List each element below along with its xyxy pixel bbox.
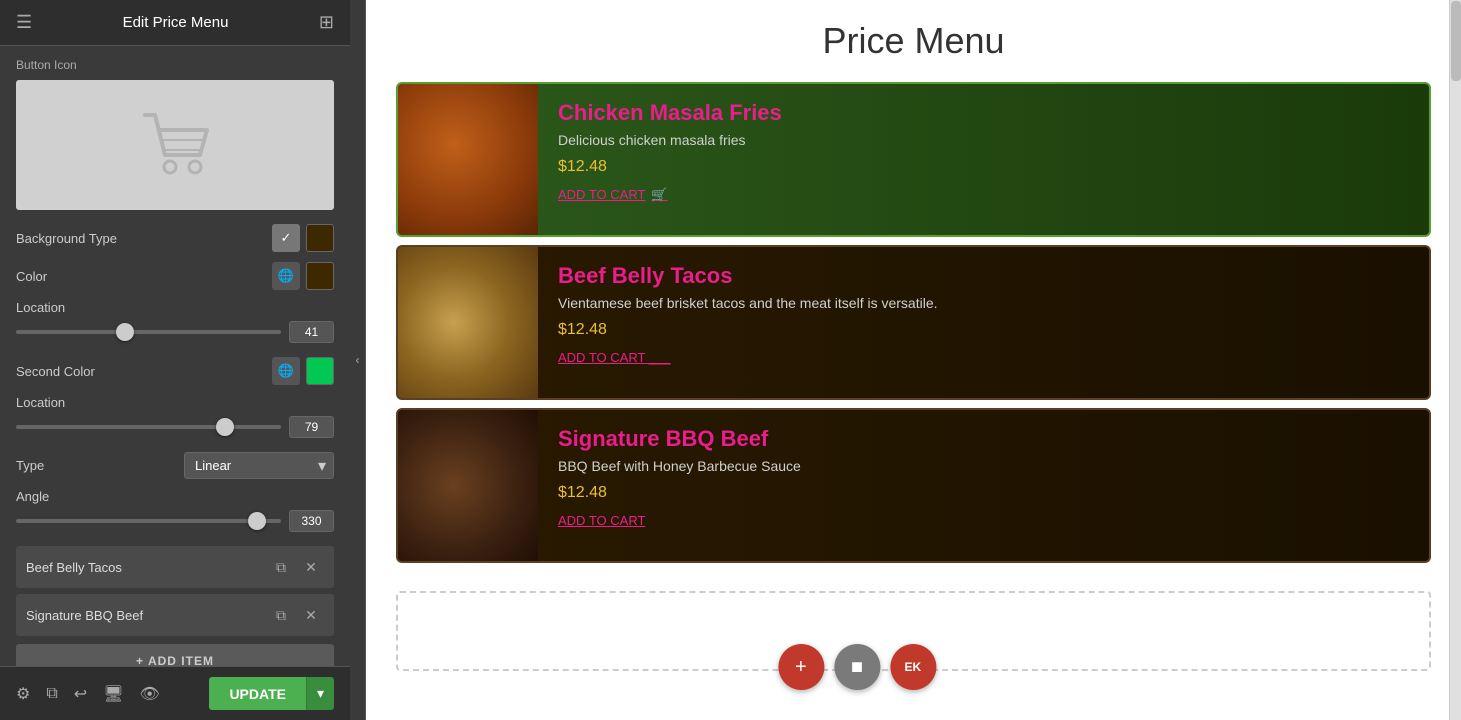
copy-item-btn[interactable]: ⧉ xyxy=(268,554,294,580)
chicken-desc: Delicious chicken masala fries xyxy=(558,132,1409,148)
location-slider-thumb[interactable] xyxy=(116,323,134,341)
bbq-add-to-cart[interactable]: ADD TO CART xyxy=(558,513,645,528)
menu-card-tacos: Beef Belly Tacos Vientamese beef brisket… xyxy=(396,245,1431,400)
responsive-icon[interactable]: 🖥 xyxy=(103,684,123,704)
second-color-controls: 🌐 xyxy=(272,357,334,385)
cart-icon xyxy=(135,105,215,185)
panel-footer: ⚙ ⧉ ↩ 🖥 👁 UPDATE ▾ xyxy=(0,666,350,720)
settings-icon[interactable]: ⚙ xyxy=(16,684,30,704)
globe-icon-btn[interactable]: 🌐 xyxy=(272,262,300,290)
color-controls: 🌐 xyxy=(272,262,334,290)
second-location-label: Location xyxy=(16,395,334,410)
icon-preview-box xyxy=(16,80,334,210)
scrollbar-track[interactable] xyxy=(1449,0,1461,720)
chicken-add-to-cart[interactable]: ADD TO CART 🛒 xyxy=(558,187,668,203)
location-label: Location xyxy=(16,300,334,315)
color-row: Color 🌐 xyxy=(16,262,334,290)
second-location-slider-container xyxy=(16,416,334,438)
delete-item-btn[interactable]: ✕ xyxy=(298,554,324,580)
angle-slider-thumb[interactable] xyxy=(248,512,266,530)
menu-cards-container: Chicken Masala Fries Delicious chicken m… xyxy=(366,72,1461,581)
chicken-card-body: Chicken Masala Fries Delicious chicken m… xyxy=(538,84,1429,235)
list-item: Signature BBQ Beef ⧉ ✕ xyxy=(16,594,334,636)
background-type-label: Background Type xyxy=(16,231,117,246)
edit-float-button[interactable]: EK xyxy=(890,644,936,690)
add-float-button[interactable]: + xyxy=(778,644,824,690)
second-color-label: Second Color xyxy=(16,364,95,379)
type-select[interactable]: Linear xyxy=(184,452,334,479)
bbq-price: $12.48 xyxy=(558,484,1409,502)
second-globe-icon-btn[interactable]: 🌐 xyxy=(272,357,300,385)
second-location-slider-row: Location xyxy=(16,395,334,438)
type-select-wrapper: Linear xyxy=(184,452,334,479)
preview-title: Price Menu xyxy=(366,0,1461,72)
grid-icon[interactable]: ⊞ xyxy=(319,12,334,33)
type-row: Type Linear xyxy=(16,452,334,479)
hamburger-icon[interactable]: ☰ xyxy=(16,12,32,33)
list-item: Beef Belly Tacos ⧉ ✕ xyxy=(16,546,334,588)
scrollbar-thumb[interactable] xyxy=(1451,1,1461,81)
floating-buttons: + ■ EK xyxy=(778,644,936,690)
checkmark-btn[interactable]: ✓ xyxy=(272,224,300,252)
second-color-row: Second Color 🌐 xyxy=(16,357,334,385)
bbq-image xyxy=(398,410,538,561)
tacos-desc: Vientamese beef brisket tacos and the me… xyxy=(558,295,1409,311)
chicken-price: $12.48 xyxy=(558,158,1409,176)
button-icon-label: Button Icon xyxy=(16,58,334,72)
color-swatch[interactable] xyxy=(306,262,334,290)
location-value-input[interactable] xyxy=(289,321,334,343)
menu-item-name: Beef Belly Tacos xyxy=(26,560,264,575)
tacos-price: $12.48 xyxy=(558,321,1409,339)
undo-icon[interactable]: ↩ xyxy=(74,684,87,704)
collapse-tab[interactable]: ‹ xyxy=(350,0,366,720)
background-type-controls: ✓ xyxy=(272,224,334,252)
menu-card-bbq: Signature BBQ Beef BBQ Beef with Honey B… xyxy=(396,408,1431,563)
angle-label: Angle xyxy=(16,489,334,504)
right-panel: Price Menu Chicken Masala Fries Deliciou… xyxy=(366,0,1461,720)
update-dropdown-arrow[interactable]: ▾ xyxy=(306,677,334,710)
second-location-slider-thumb[interactable] xyxy=(216,418,234,436)
panel-content: Button Icon Background Type ✓ Color 🌐 xyxy=(0,46,350,666)
angle-slider-row: Angle xyxy=(16,489,334,532)
bbq-desc: BBQ Beef with Honey Barbecue Sauce xyxy=(558,458,1409,474)
delete-item-btn[interactable]: ✕ xyxy=(298,602,324,628)
menu-item-name: Signature BBQ Beef xyxy=(26,608,264,623)
footer-icons: ⚙ ⧉ ↩ 🖥 👁 xyxy=(16,684,160,704)
second-location-value-input[interactable] xyxy=(289,416,334,438)
location-slider-track[interactable] xyxy=(16,330,281,334)
tacos-add-to-cart[interactable]: ADD TO CART ___ xyxy=(558,350,670,365)
bbq-card-body: Signature BBQ Beef BBQ Beef with Honey B… xyxy=(538,410,1429,561)
tacos-title: Beef Belly Tacos xyxy=(558,263,1409,289)
bbq-title: Signature BBQ Beef xyxy=(558,426,1409,452)
update-button[interactable]: UPDATE xyxy=(209,677,306,710)
preview-icon[interactable]: 👁 xyxy=(140,684,160,704)
menu-items-list: Beef Belly Tacos ⧉ ✕ Signature BBQ Beef … xyxy=(16,546,334,636)
copy-item-btn[interactable]: ⧉ xyxy=(268,602,294,628)
chicken-image xyxy=(398,84,538,235)
panel-title: Edit Price Menu xyxy=(123,14,229,31)
angle-slider-track[interactable] xyxy=(16,519,281,523)
left-panel: ☰ Edit Price Menu ⊞ Button Icon Backgrou… xyxy=(0,0,350,720)
background-type-swatch[interactable] xyxy=(306,224,334,252)
chicken-title: Chicken Masala Fries xyxy=(558,100,1409,126)
second-color-swatch[interactable] xyxy=(306,357,334,385)
tacos-image xyxy=(398,247,538,398)
tacos-card-body: Beef Belly Tacos Vientamese beef brisket… xyxy=(538,247,1429,398)
location-slider-row: Location xyxy=(16,300,334,343)
add-item-button[interactable]: + ADD ITEM xyxy=(16,644,334,666)
angle-slider-container xyxy=(16,510,334,532)
settings-float-button[interactable]: ■ xyxy=(834,644,880,690)
layers-icon[interactable]: ⧉ xyxy=(46,685,57,703)
color-label: Color xyxy=(16,269,47,284)
second-location-slider-track[interactable] xyxy=(16,425,281,429)
angle-value-input[interactable] xyxy=(289,510,334,532)
type-label: Type xyxy=(16,458,44,473)
cart-link-icon: 🛒 xyxy=(651,187,667,203)
panel-header: ☰ Edit Price Menu ⊞ xyxy=(0,0,350,46)
location-slider-container xyxy=(16,321,334,343)
update-btn-group: UPDATE ▾ xyxy=(209,677,334,710)
menu-card-chicken: Chicken Masala Fries Delicious chicken m… xyxy=(396,82,1431,237)
background-type-row: Background Type ✓ xyxy=(16,224,334,252)
